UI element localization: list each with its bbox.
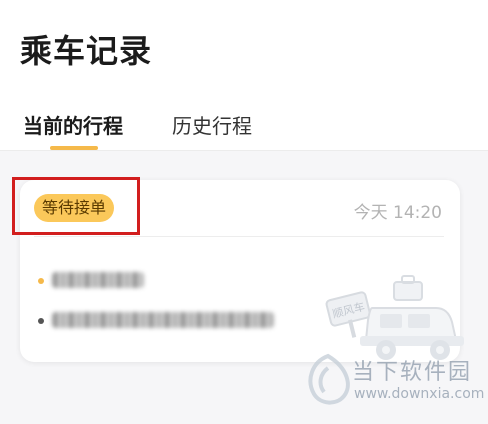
watermark-logo-icon bbox=[308, 353, 350, 405]
watermark-url: www.downxia.com bbox=[354, 386, 485, 402]
status-highlight-box bbox=[12, 177, 140, 235]
header-area: 乘车记录 当前的行程 历史行程 bbox=[0, 0, 488, 150]
trip-time: 今天 14:20 bbox=[353, 203, 442, 223]
card-divider bbox=[34, 236, 444, 237]
end-dot-icon bbox=[38, 318, 44, 324]
tab-current-trips[interactable]: 当前的行程 bbox=[23, 110, 123, 139]
start-location-blurred bbox=[52, 272, 144, 288]
tabs-divider bbox=[0, 150, 488, 151]
page-title: 乘车记录 bbox=[20, 32, 153, 70]
start-dot-icon bbox=[38, 278, 44, 284]
end-location-blurred bbox=[52, 312, 274, 328]
tab-history-trips[interactable]: 历史行程 bbox=[172, 110, 252, 139]
watermark-brand: 当下软件园 bbox=[352, 360, 473, 385]
